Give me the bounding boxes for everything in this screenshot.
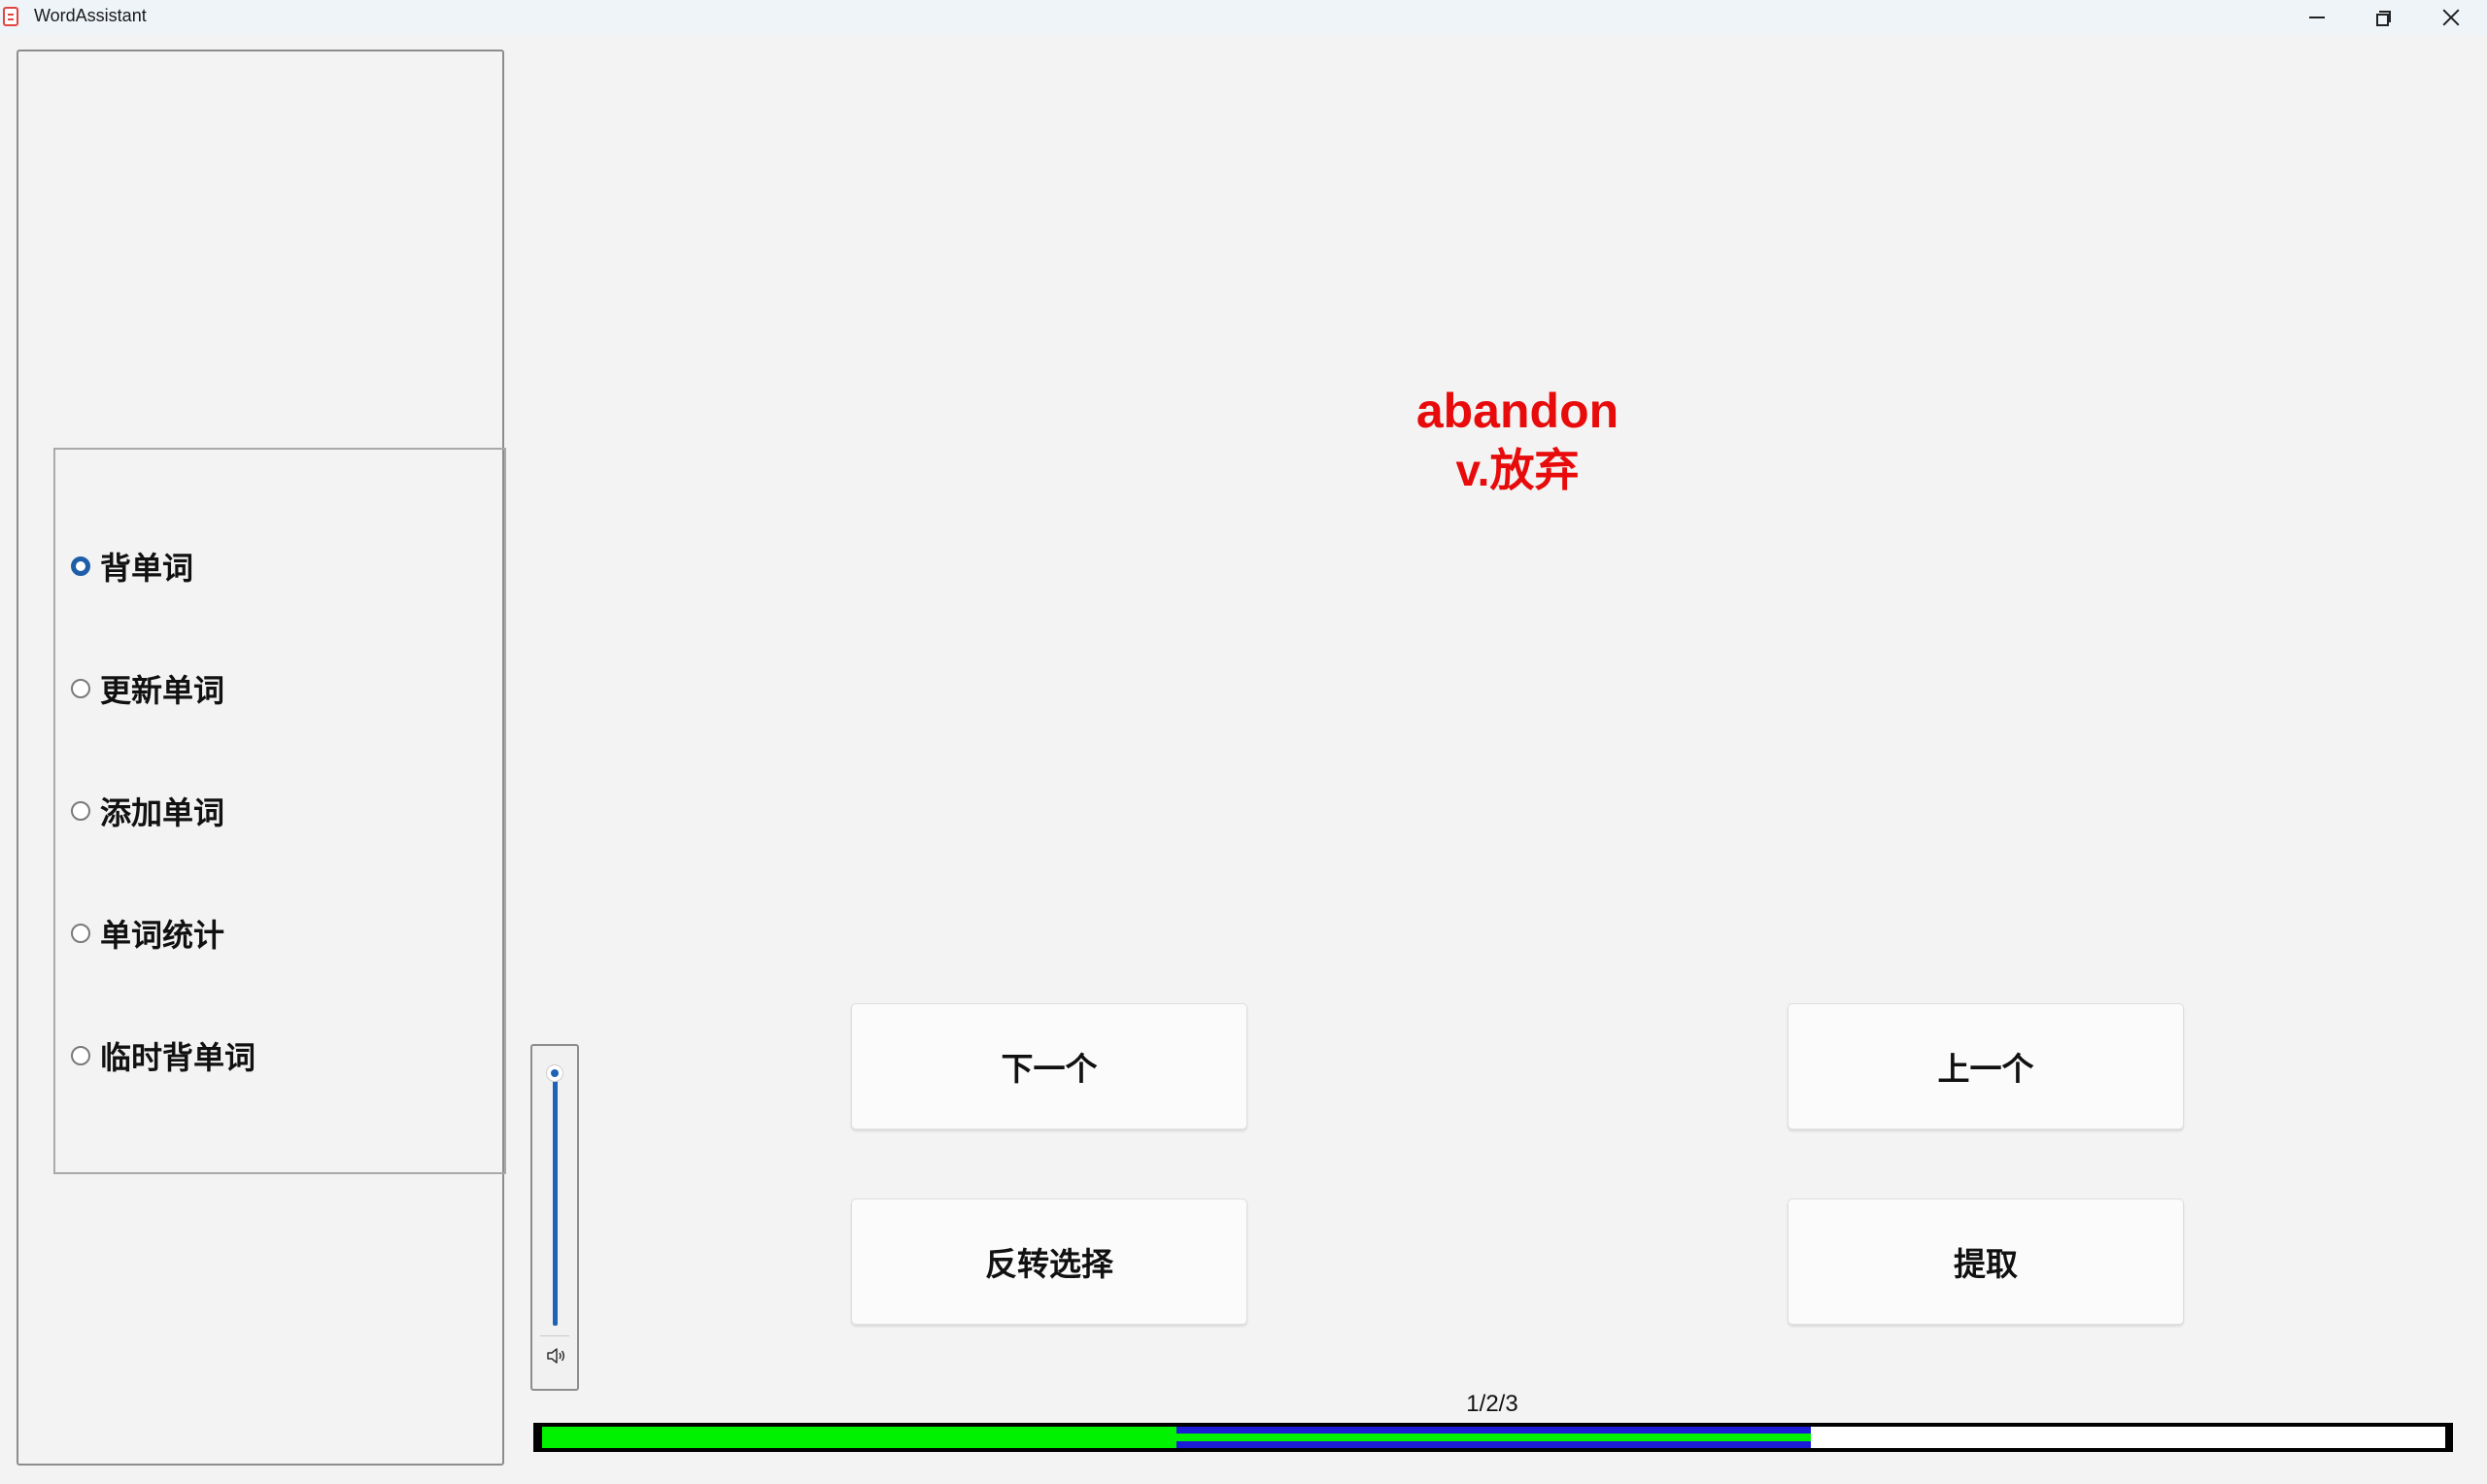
radio-label: 添加单词 [100,794,225,831]
radio-unchecked-icon [71,679,90,698]
progress-reviewed-segment [1175,1427,1811,1448]
word-text: abandon [1415,384,1619,438]
minimize-button[interactable] [2283,0,2351,35]
radio-unchecked-icon [71,801,90,821]
invert-selection-button[interactable]: 反转选择 [851,1198,1247,1325]
meaning-text: v.放弃 [1455,445,1580,495]
progress-bar [533,1423,2453,1452]
radio-label: 背单词 [100,550,194,587]
radio-label: 临时背单词 [100,1039,256,1076]
progress-counter: 1/2/3 [1466,1391,1518,1417]
previous-button[interactable]: 上一个 [1788,1003,2184,1130]
close-icon [2441,8,2461,27]
mode-radio-group: 背单词 更新单词 添加单词 单词统计 临时背单词 [53,448,506,1174]
volume-slider-thumb[interactable] [546,1064,563,1082]
progress-reviewed-fill [1175,1433,1811,1441]
radio-label: 更新单词 [100,672,225,709]
radio-update-words[interactable]: 更新单词 [71,667,224,710]
restore-button[interactable] [2349,0,2417,35]
extract-button[interactable]: 提取 [1788,1198,2184,1325]
next-button[interactable]: 下一个 [851,1003,1247,1130]
radio-unchecked-icon [71,1046,90,1065]
app-icon [3,7,18,26]
radio-label: 单词统计 [100,917,225,954]
divider [540,1335,569,1336]
progress-current-segment [542,1427,1176,1448]
speaker-icon[interactable] [545,1345,566,1366]
minimize-icon [2309,17,2325,18]
radio-checked-icon [71,556,90,576]
progress-track [542,1427,2445,1448]
radio-add-words[interactable]: 添加单词 [71,790,224,832]
radio-unchecked-icon [71,924,90,943]
title-bar: WordAssistant [0,0,2487,35]
sidebar-panel: 背单词 更新单词 添加单词 单词统计 临时背单词 [17,50,506,1466]
window-title: WordAssistant [34,6,147,25]
volume-control [530,1044,579,1391]
radio-word-stats[interactable]: 单词统计 [71,912,224,955]
word-card: abandon v.放弃 [1226,381,1809,499]
close-button[interactable] [2417,0,2485,35]
radio-temp-memorize[interactable]: 临时背单词 [71,1034,256,1077]
volume-slider-track[interactable] [553,1071,558,1326]
radio-memorize[interactable]: 背单词 [71,545,193,588]
restore-icon [2376,11,2391,26]
